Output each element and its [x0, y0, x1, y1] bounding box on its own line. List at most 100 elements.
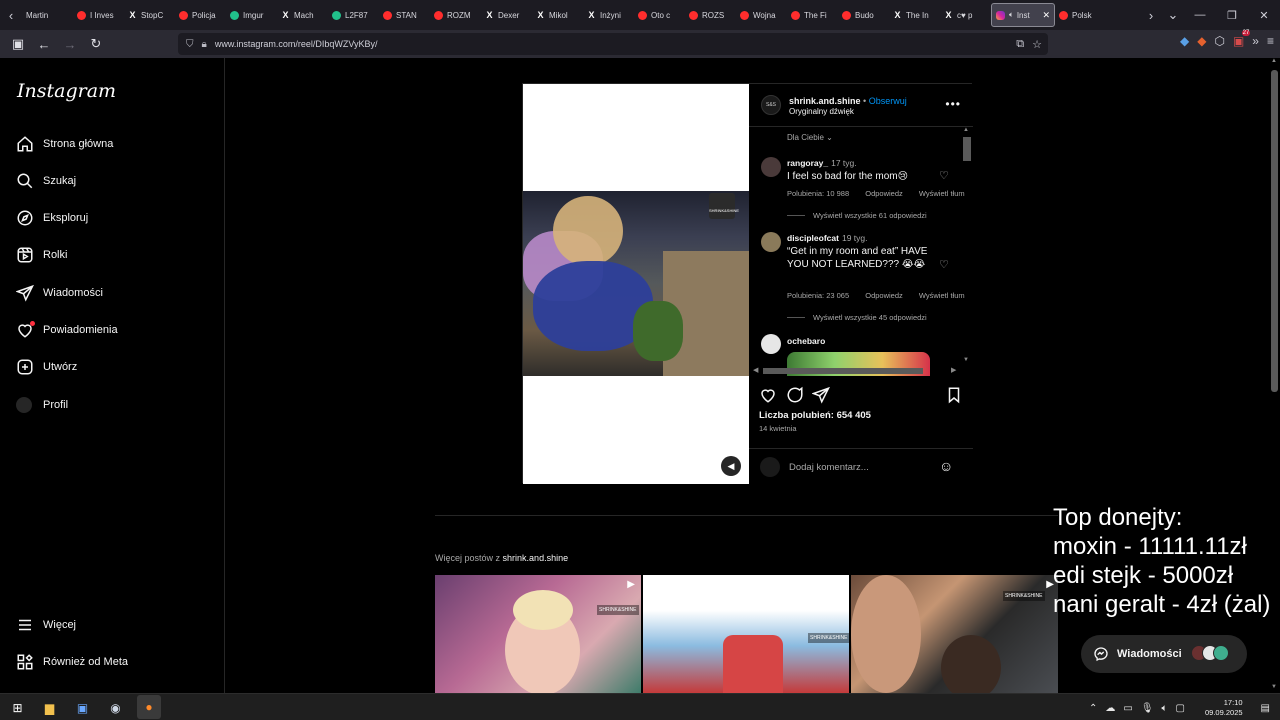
like-heart-icon[interactable]: [759, 386, 777, 404]
scroll-up-icon[interactable]: ▲: [1271, 58, 1277, 64]
browser-tab[interactable]: Polsk: [1055, 3, 1106, 27]
scroll-left-icon[interactable]: ◀: [753, 366, 758, 374]
sidebar-item-also-from-meta[interactable]: Również od Meta: [16, 651, 128, 673]
add-comment-input[interactable]: [789, 459, 929, 475]
tab-list-dropdown-button[interactable]: ⌄: [1162, 0, 1184, 30]
app-window-icon[interactable]: ▣: [74, 699, 91, 716]
translate-button[interactable]: Wyświetl tłum: [919, 189, 965, 198]
sidebar-item-search[interactable]: Szukaj: [16, 170, 76, 192]
browser-tab[interactable]: X Dexer: [481, 3, 532, 27]
reply-button[interactable]: Odpowiedz: [865, 291, 903, 300]
like-comment-icon[interactable]: ♡: [939, 169, 949, 182]
sidebar-toggle-icon[interactable]: ▣: [6, 32, 30, 56]
browser-tab[interactable]: STAN: [379, 3, 430, 27]
comments-scrollbar[interactable]: ▲ ▼: [961, 127, 973, 367]
scroll-up-icon[interactable]: ▲: [963, 127, 969, 133]
browser-tab-active[interactable]: 🔈︎ Inst ✕: [991, 3, 1055, 27]
browser-tab[interactable]: X StopC: [124, 3, 175, 27]
browser-tab[interactable]: Martin: [22, 3, 73, 27]
scrollbar-thumb[interactable]: [763, 368, 923, 374]
sidebar-item-home[interactable]: Strona główna: [16, 133, 113, 155]
reel-video[interactable]: SHRINK&SHINE: [523, 191, 749, 376]
browser-tab[interactable]: ROZS: [685, 3, 736, 27]
browser-tab[interactable]: I Inves: [73, 3, 124, 27]
follow-button[interactable]: Obserwuj: [869, 96, 907, 106]
sidebar-item-profile[interactable]: Profil: [16, 394, 68, 416]
file-explorer-icon[interactable]: ▆: [41, 699, 58, 716]
comment-likes[interactable]: Polubienia: 10 988: [787, 189, 849, 198]
firefox-icon[interactable]: ●: [137, 695, 161, 719]
browser-tab[interactable]: Xc♥ p: [940, 3, 991, 27]
shield-icon[interactable]: ⛉: [186, 39, 194, 50]
author-avatar[interactable]: S&S: [761, 95, 781, 115]
browser-tab[interactable]: X Mach: [277, 3, 328, 27]
author-username[interactable]: shrink.and.shine: [789, 96, 861, 106]
extensions-puzzle-icon[interactable]: ⬡: [1214, 34, 1224, 48]
system-clock[interactable]: 17:10 09.09.2025: [1205, 698, 1243, 718]
browser-tab[interactable]: Policja: [175, 3, 226, 27]
forward-button[interactable]: →: [58, 32, 82, 56]
sidebar-item-explore[interactable]: Eksploruj: [16, 207, 88, 229]
extension-shield-icon[interactable]: ◆: [1180, 34, 1189, 48]
related-post-thumbnail[interactable]: SHRINK&SHINE ▶︎: [851, 575, 1058, 693]
save-bookmark-icon[interactable]: [945, 386, 963, 404]
back-button[interactable]: ←: [32, 32, 56, 56]
browser-tab[interactable]: Budo: [838, 3, 889, 27]
browser-tab[interactable]: X The In: [889, 3, 940, 27]
browser-tab[interactable]: Wojna: [736, 3, 787, 27]
volume-icon[interactable]: 🔈︎: [1162, 703, 1168, 714]
tab-scroll-left-button[interactable]: ‹: [0, 0, 22, 30]
likes-count[interactable]: Liczba polubień: 654 405: [759, 410, 871, 421]
sidebar-item-more[interactable]: Więcej: [16, 614, 76, 636]
browser-tab[interactable]: The Fi: [787, 3, 838, 27]
comment-avatar[interactable]: [761, 334, 781, 354]
scroll-down-icon[interactable]: ▼: [1271, 684, 1277, 690]
minimize-icon[interactable]: —: [1184, 0, 1216, 30]
url-bar[interactable]: ⛉ 🔒︎ www.instagram.com/reel/DIbqWZVyKBy/…: [178, 33, 1048, 55]
close-window-icon[interactable]: ✕: [1248, 0, 1280, 30]
overflow-chevron-icon[interactable]: »: [1252, 34, 1259, 48]
scroll-down-icon[interactable]: ▼: [963, 357, 969, 363]
page-scrollbar[interactable]: ▲ ▼: [1269, 58, 1280, 693]
more-options-icon[interactable]: •••: [945, 97, 961, 111]
tab-audio-icon[interactable]: 🔈︎: [1009, 10, 1014, 20]
tray-overflow-icon[interactable]: ⌃: [1089, 703, 1097, 714]
comment-sort-dropdown[interactable]: Dla Ciebie ⌄: [787, 133, 833, 142]
sidebar-item-messages[interactable]: Wiadomości: [16, 282, 103, 304]
view-replies-button[interactable]: Wyświetl wszystkie 45 odpowiedzi: [787, 313, 927, 322]
browser-tab[interactable]: X Mikol: [532, 3, 583, 27]
browser-tab[interactable]: ROZM: [430, 3, 481, 27]
scrollbar-thumb[interactable]: [1271, 70, 1278, 392]
comment-avatar[interactable]: [761, 157, 781, 177]
scroll-right-icon[interactable]: ▶: [951, 366, 956, 374]
lock-icon[interactable]: 🔒︎: [202, 39, 207, 50]
extension-badge-icon[interactable]: ▣ 27: [1233, 30, 1251, 48]
original-audio-link[interactable]: Oryginalny dźwięk: [789, 107, 854, 116]
extension-fox-icon[interactable]: ◆: [1197, 34, 1206, 48]
restore-icon[interactable]: ❐: [1216, 0, 1248, 30]
share-send-icon[interactable]: [812, 386, 830, 404]
cloud-icon[interactable]: ☁︎: [1105, 703, 1115, 714]
notifications-center-icon[interactable]: ▤: [1261, 703, 1270, 714]
sidebar-item-reels[interactable]: Rolki: [16, 244, 67, 266]
instagram-logo[interactable]: Instagram: [17, 80, 116, 102]
hamburger-menu-icon[interactable]: ≡: [1267, 34, 1274, 48]
post-date[interactable]: 14 kwietnia: [759, 424, 797, 433]
comment-username[interactable]: rangoray_: [787, 158, 828, 168]
related-post-thumbnail[interactable]: SHRINK&SHINE: [643, 575, 849, 693]
translate-button[interactable]: Wyświetl tłum: [919, 291, 965, 300]
network-icon[interactable]: ▭: [1123, 703, 1132, 714]
tab-scroll-right-button[interactable]: ›: [1140, 0, 1162, 30]
emoji-icon[interactable]: ☺: [939, 458, 953, 474]
bookmark-star-icon[interactable]: ☆: [1032, 38, 1042, 51]
sidebar-item-notifications[interactable]: Powiadomienia: [16, 319, 118, 341]
comment-username[interactable]: ochebaro: [787, 336, 825, 346]
more-posts-username[interactable]: shrink.and.shine: [503, 553, 569, 563]
reel-media[interactable]: SHRINK&SHINE ◀︎: [523, 84, 749, 484]
comment-avatar[interactable]: [761, 232, 781, 252]
messages-floating-button[interactable]: Wiadomości: [1081, 635, 1247, 673]
microphone-icon[interactable]: 🎙︎: [1141, 703, 1154, 714]
like-comment-icon[interactable]: ♡: [939, 258, 949, 271]
sidebar-item-create[interactable]: Utwórz: [16, 356, 77, 378]
audio-toggle-button[interactable]: ◀︎: [721, 456, 741, 476]
